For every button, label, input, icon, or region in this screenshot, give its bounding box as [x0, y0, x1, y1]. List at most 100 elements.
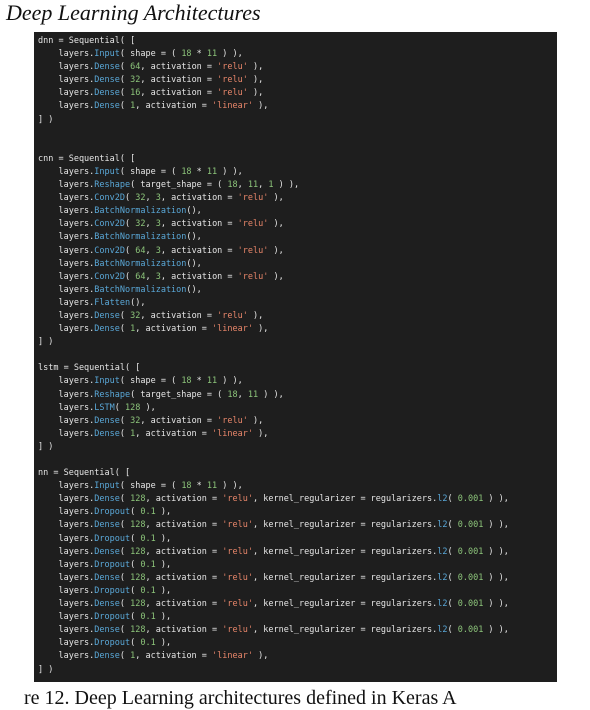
- code-token: Dense: [94, 88, 120, 99]
- code-token: layers.: [38, 75, 95, 86]
- code-token: (: [447, 599, 458, 610]
- code-token: layers.: [38, 428, 95, 439]
- code-token: layers.: [38, 572, 95, 583]
- code-token: (: [119, 599, 131, 610]
- code-token: ) ),: [217, 49, 243, 60]
- code-token: (: [130, 585, 141, 596]
- code-token: BatchNormalization: [94, 206, 187, 217]
- code-token: layers.: [38, 297, 95, 308]
- code-line: layers.Dropout( 0.1 ),: [38, 611, 509, 624]
- code-token: (: [447, 625, 458, 636]
- code-token: ] ): [38, 664, 54, 675]
- code-token: 32: [130, 310, 141, 321]
- code-line: layers.Conv2D( 64, 3, activation = 'relu…: [38, 245, 509, 258]
- code-token: Dense: [94, 75, 120, 86]
- code-token: 64: [135, 271, 146, 282]
- code-token: BatchNormalization: [94, 284, 187, 295]
- code-token: Input: [94, 49, 120, 60]
- code-token: 'relu': [237, 193, 269, 204]
- code-token: 32: [135, 193, 146, 204]
- code-token: layers.: [38, 520, 95, 531]
- code-token: Dense: [94, 625, 120, 636]
- code-token: 128: [130, 520, 146, 531]
- code-token: layers.: [38, 599, 95, 610]
- code-token: layers.: [38, 219, 95, 230]
- code-token: ) ),: [483, 625, 509, 636]
- figure-caption: re 12. Deep Learning architectures defin…: [24, 687, 457, 709]
- code-token: layers.: [38, 376, 95, 387]
- code-token: (: [125, 219, 136, 230]
- code-token: ,: [145, 271, 156, 282]
- code-token: 'linear': [212, 428, 253, 439]
- code-token: ( target_shape = (: [130, 389, 228, 400]
- code-token: Dense: [94, 599, 120, 610]
- code-token: ) ),: [217, 481, 243, 492]
- code-token: layers.: [38, 232, 95, 243]
- code-token: layers.: [38, 546, 95, 557]
- code-token: , activation =: [135, 651, 213, 662]
- code-token: , kernel_regularizer = regularizers.: [252, 494, 438, 505]
- code-token: , activation =: [145, 572, 223, 583]
- code-token: 'relu': [222, 625, 253, 636]
- code-line: nn = Sequential( [: [38, 467, 509, 480]
- code-token: Dense: [94, 310, 120, 321]
- code-line: layers.Flatten(),: [38, 297, 509, 310]
- code-token: 11: [206, 166, 218, 177]
- code-token: ),: [252, 324, 269, 335]
- code-token: Dropout: [94, 638, 131, 649]
- code-line: ] ): [38, 336, 509, 349]
- code-token: Input: [94, 481, 120, 492]
- code-line: layers.Conv2D( 64, 3, activation = 'relu…: [38, 271, 509, 284]
- code-token: cnn = Sequential( [: [38, 153, 136, 164]
- code-token: ,: [258, 180, 269, 191]
- code-token: layers.: [38, 245, 95, 256]
- code-token: Dense: [94, 651, 120, 662]
- code-token: 128: [130, 599, 146, 610]
- code-line: layers.Dense( 1, activation = 'linear' )…: [38, 428, 509, 441]
- code-token: 'linear': [212, 651, 253, 662]
- code-token: 32: [130, 415, 141, 426]
- code-token: BatchNormalization: [94, 258, 187, 269]
- code-token: 18: [227, 389, 238, 400]
- code-token: nn = Sequential( [: [38, 468, 131, 479]
- code-token: (: [447, 520, 458, 531]
- code-token: 'relu': [237, 271, 269, 282]
- code-token: ) ),: [483, 572, 509, 583]
- code-token: 11: [247, 389, 259, 400]
- code-token: 18: [227, 180, 238, 191]
- code-line: layers.BatchNormalization(),: [38, 231, 509, 244]
- code-token: Dropout: [94, 507, 131, 518]
- code-token: *: [191, 166, 207, 177]
- code-token: ) ),: [483, 599, 509, 610]
- code-token: 'relu': [222, 546, 253, 557]
- code-token: 128: [130, 494, 146, 505]
- code-token: (: [119, 546, 131, 557]
- code-token: Dense: [94, 324, 120, 335]
- code-token: Dense: [94, 62, 120, 73]
- code-token: (: [447, 572, 458, 583]
- code-token: ] ): [38, 114, 54, 125]
- code-token: lstm = Sequential( [: [38, 363, 141, 374]
- code-token: layers.: [38, 494, 95, 505]
- code-token: ,: [145, 245, 156, 256]
- code-token: 32: [130, 75, 141, 86]
- code-line: layers.Dense( 128, activation = 'relu', …: [38, 493, 508, 506]
- code-token: ),: [140, 402, 156, 413]
- code-token: 0.1: [140, 585, 156, 596]
- code-token: (: [119, 572, 131, 583]
- code-token: (: [130, 638, 141, 649]
- code-token: 0.1: [140, 507, 156, 518]
- code-token: (: [125, 245, 136, 256]
- code-token: Reshape: [94, 180, 131, 191]
- code-token: 0.001: [457, 625, 484, 636]
- code-token: (),: [186, 232, 202, 243]
- code-token: layers.: [38, 402, 95, 413]
- code-line: layers.Dense( 128, activation = 'relu', …: [38, 624, 509, 637]
- code-token: , activation =: [140, 415, 218, 426]
- code-line: layers.Dense( 128, activation = 'relu', …: [38, 519, 508, 532]
- code-token: layers.: [38, 389, 95, 400]
- code-token: (),: [130, 297, 146, 308]
- code-token: 'relu': [222, 572, 253, 583]
- code-line: layers.Dropout( 0.1 ),: [38, 637, 509, 650]
